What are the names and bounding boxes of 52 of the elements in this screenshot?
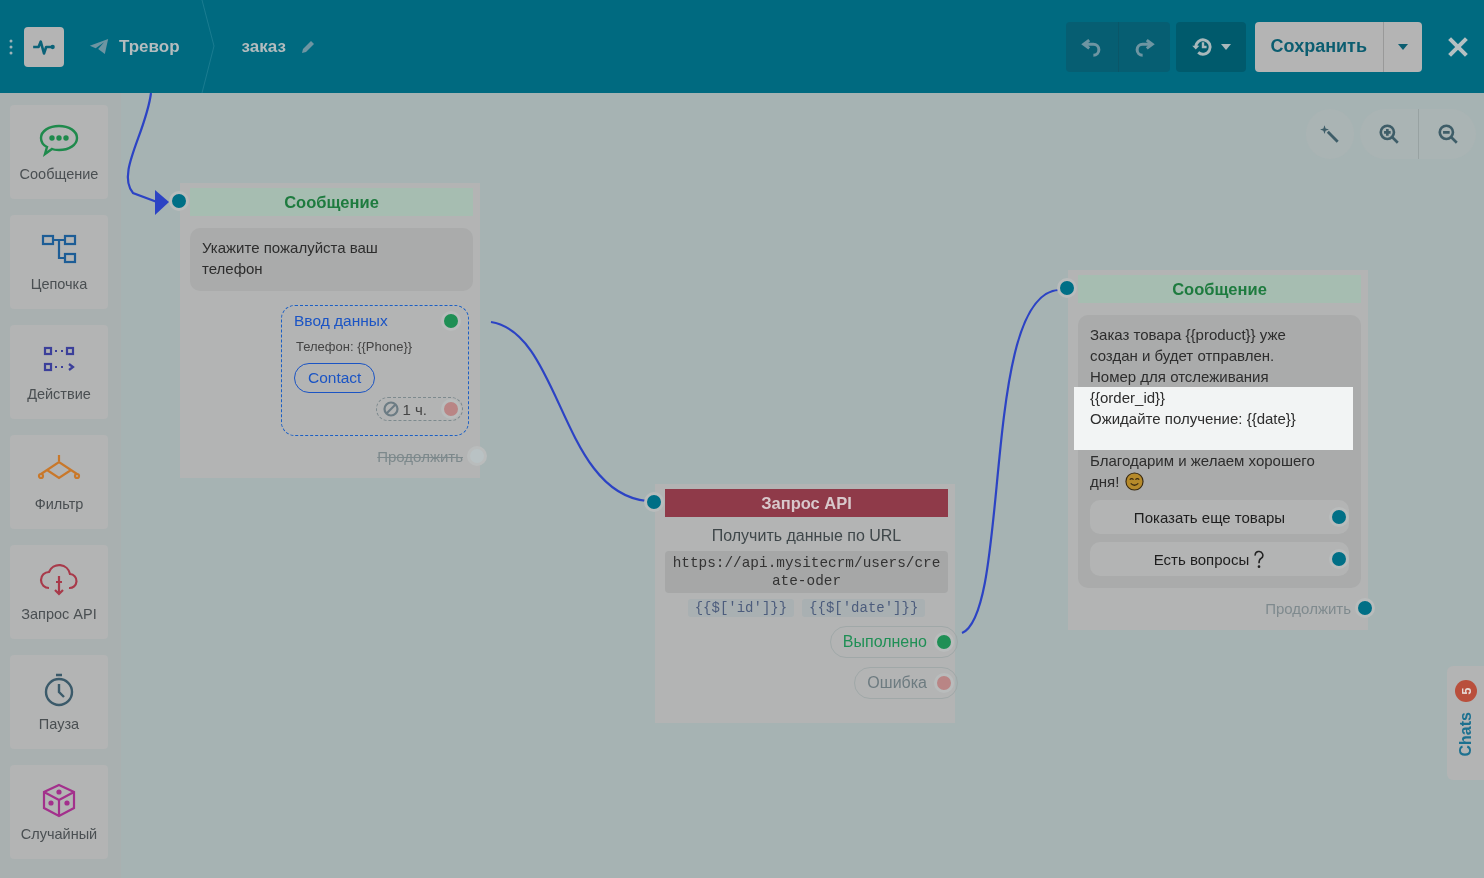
output-socket[interactable] (934, 632, 954, 652)
parameter-tag: {{$['date']}} (802, 599, 926, 617)
quick-reply-button[interactable]: Показать еще товары (1090, 500, 1349, 534)
output-socket[interactable] (1329, 507, 1349, 527)
block-palette-item[interactable]: Случайный (10, 765, 108, 859)
flow-name[interactable]: заказ (241, 36, 286, 57)
smiley-icon (1125, 472, 1145, 491)
block-palette-item[interactable]: Пауза (10, 655, 108, 749)
question-mark-icon (1253, 549, 1266, 569)
zoom-out-icon (1436, 123, 1459, 145)
input-socket[interactable] (169, 191, 189, 211)
parameter-tag: {{$['id']}} (687, 599, 795, 617)
input-field-label: Телефон: {{Phone}} (296, 339, 413, 354)
block-palette-item[interactable]: Действие (10, 325, 108, 419)
zoom-in-icon (1378, 123, 1400, 145)
caret-icon (1398, 43, 1408, 50)
output-socket[interactable] (934, 673, 954, 693)
block-palette-item[interactable]: Цепочка (10, 215, 108, 309)
highlighted-text: {{order_id}} Ожидайте получение: {{date}} (1074, 387, 1353, 450)
block-palette-item[interactable]: Запрос API (10, 545, 108, 639)
message-text: Благодарим и желаем хорошего дня! (1090, 451, 1316, 492)
output-socket[interactable] (441, 311, 461, 331)
request-description: Получить данные по URL (710, 527, 903, 545)
message-text: Заказ товара {{product}} уже создан и будет отправлен. Номер для отслеживания (1090, 325, 1287, 387)
block-palette-item[interactable]: Фильтр (10, 435, 108, 529)
quick-reply-button[interactable]: Есть вопросы (1090, 542, 1349, 576)
node-header: Сообщение (190, 188, 473, 216)
output-socket[interactable] (441, 399, 461, 419)
chats-tab[interactable]: 5 Chats (1447, 666, 1484, 780)
more-icon[interactable] (9, 38, 13, 55)
message-text: Укажите пожалуйста ваш телефон (202, 238, 379, 279)
logo-icon[interactable] (24, 26, 64, 67)
output-socket[interactable] (1329, 549, 1349, 569)
timeout-label: 1 ч. (402, 400, 427, 418)
magic-wand-icon (1319, 123, 1341, 145)
pencil-icon[interactable] (299, 38, 316, 55)
node-header: Запрос API (665, 489, 948, 517)
breadcrumb-chevron-icon (199, 0, 216, 93)
block-palette-item[interactable]: Сообщение (10, 105, 108, 199)
input-socket[interactable] (644, 492, 664, 512)
chat-count-badge: 5 (1454, 680, 1477, 702)
caret-icon (1220, 43, 1231, 50)
input-socket[interactable] (1057, 278, 1077, 298)
chats-label: Chats (1456, 712, 1475, 757)
history-button[interactable] (1175, 21, 1246, 72)
bot-name[interactable]: Тревор (119, 36, 180, 57)
paper-plane-icon (89, 38, 109, 55)
url-text: https://api.mysitecrm/users/create-oder (665, 551, 948, 593)
ban-icon (382, 401, 399, 417)
input-title[interactable]: Ввод данных (294, 312, 388, 330)
node-header: Сообщение (1078, 275, 1361, 303)
output-socket[interactable] (1355, 598, 1375, 618)
